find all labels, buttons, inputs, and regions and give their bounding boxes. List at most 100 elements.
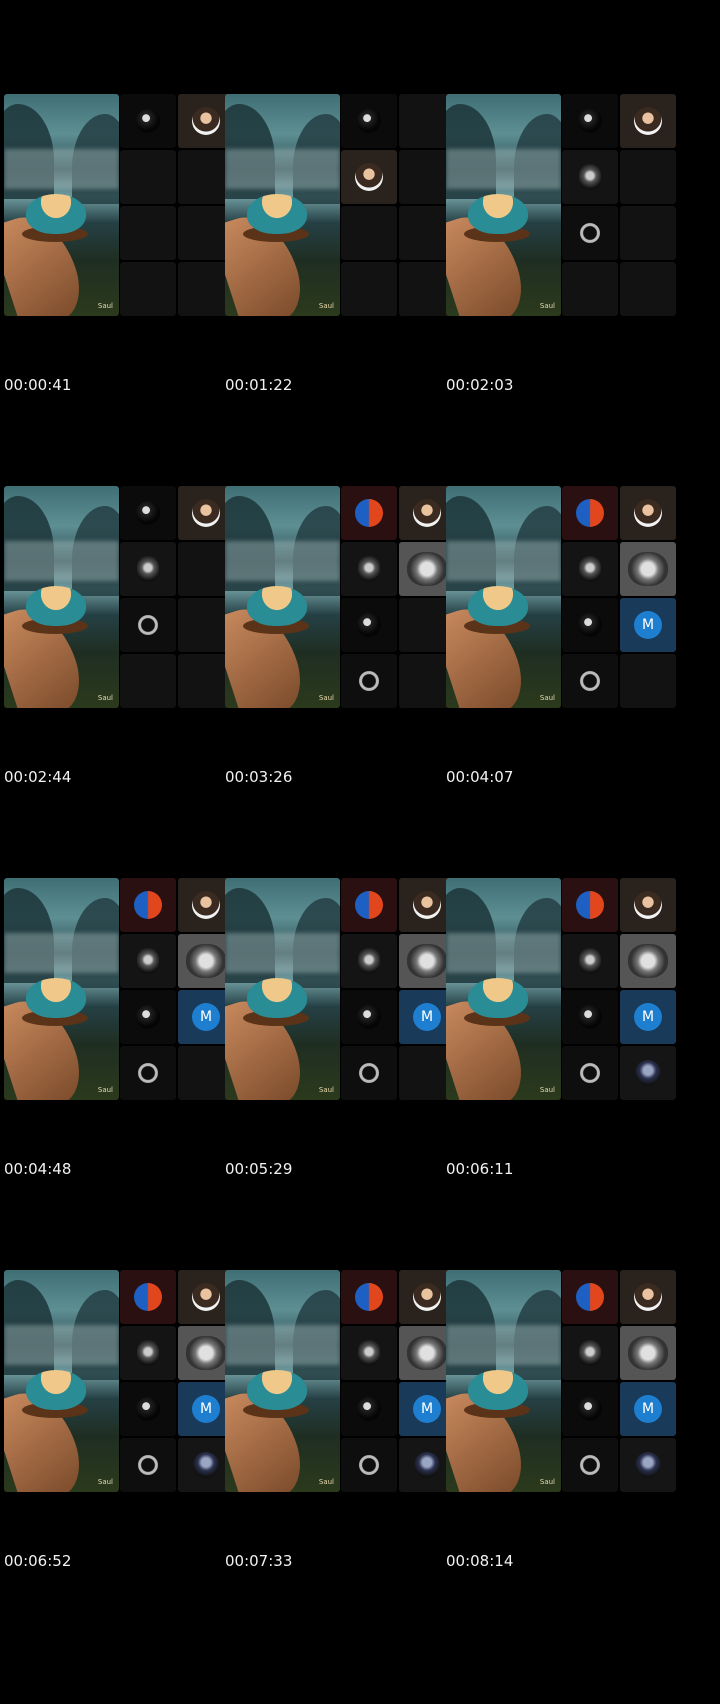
- person-avatar-icon: [634, 1283, 662, 1311]
- participant-tile[interactable]: [341, 1382, 397, 1436]
- video-frame-thumbnail[interactable]: Saul 00:03:26: [221, 486, 457, 912]
- participant-tile[interactable]: [341, 486, 397, 540]
- hero-signature: Saul: [539, 694, 555, 702]
- participant-tile[interactable]: [120, 990, 176, 1044]
- mask-avatar-icon: [578, 1397, 602, 1421]
- hero-signature: Saul: [539, 1478, 555, 1486]
- participant-tile[interactable]: [562, 878, 618, 932]
- sketch-avatar-icon: [628, 944, 668, 978]
- participant-tile[interactable]: [562, 1326, 618, 1380]
- participant-tile[interactable]: [620, 1326, 676, 1380]
- letter-avatar-icon: M: [634, 1003, 662, 1031]
- participant-tile[interactable]: [562, 1270, 618, 1324]
- participant-tile[interactable]: [562, 1382, 618, 1436]
- video-frame-thumbnail[interactable]: Saul M 00:04:48: [0, 878, 236, 1304]
- hero-signature: Saul: [318, 694, 334, 702]
- participant-tile[interactable]: [562, 1438, 618, 1492]
- participant-tile[interactable]: [562, 150, 618, 204]
- robot-avatar-icon: [358, 1340, 380, 1366]
- participant-tile[interactable]: [341, 542, 397, 596]
- participant-tile[interactable]: [562, 542, 618, 596]
- sketch-avatar-icon: [407, 1336, 447, 1370]
- video-frame-thumbnail[interactable]: Saul M 00:04:07: [442, 486, 678, 912]
- participant-tile[interactable]: [341, 1270, 397, 1324]
- hero-signature: Saul: [97, 302, 113, 310]
- participant-tile[interactable]: [341, 598, 397, 652]
- person-avatar-icon: [192, 891, 220, 919]
- participant-tile[interactable]: [620, 1438, 676, 1492]
- participant-tile[interactable]: [120, 1046, 176, 1100]
- robot-avatar-icon: [579, 556, 601, 582]
- video-frame-thumbnail[interactable]: Saul M 00:08:14: [442, 1270, 678, 1696]
- participant-tile[interactable]: [120, 934, 176, 988]
- participant-tile[interactable]: [341, 990, 397, 1044]
- video-frame-thumbnail[interactable]: Saul M 00:07:33: [221, 1270, 457, 1696]
- letter-avatar-icon: M: [413, 1003, 441, 1031]
- participant-tile[interactable]: [341, 94, 397, 148]
- participant-tile[interactable]: [120, 1382, 176, 1436]
- frame-timestamp: 00:00:41: [4, 376, 72, 394]
- participant-tile[interactable]: [120, 542, 176, 596]
- robot-avatar-icon: [137, 1340, 159, 1366]
- robot-avatar-icon: [579, 164, 601, 190]
- video-frame-thumbnail[interactable]: Saul M 00:06:52: [0, 1270, 236, 1696]
- participant-tile[interactable]: [120, 1326, 176, 1380]
- fire-avatar-icon: [134, 1283, 162, 1311]
- participant-tile[interactable]: [620, 934, 676, 988]
- sketch-avatar-icon: [186, 1336, 226, 1370]
- video-frame-thumbnail[interactable]: Saul M 00:05:29: [221, 878, 457, 1304]
- participant-tile[interactable]: M: [620, 1382, 676, 1436]
- participant-tile[interactable]: [620, 542, 676, 596]
- participant-tile[interactable]: [562, 1046, 618, 1100]
- participant-tile[interactable]: [341, 1326, 397, 1380]
- participant-tile[interactable]: [620, 1046, 676, 1100]
- participant-tile[interactable]: [341, 934, 397, 988]
- fire-avatar-icon: [355, 891, 383, 919]
- fire-avatar-icon: [355, 1283, 383, 1311]
- participant-tile[interactable]: [562, 486, 618, 540]
- mask-avatar-icon: [357, 1005, 381, 1029]
- hero-signature: Saul: [97, 694, 113, 702]
- participant-tile[interactable]: [120, 94, 176, 148]
- participant-tile[interactable]: [120, 878, 176, 932]
- person-avatar-icon: [192, 107, 220, 135]
- frame-timestamp: 00:05:29: [225, 1160, 293, 1178]
- participant-tile[interactable]: [562, 94, 618, 148]
- participant-tile[interactable]: [341, 654, 397, 708]
- participant-tile[interactable]: [120, 486, 176, 540]
- mask-avatar-icon: [136, 501, 160, 525]
- video-frame-thumbnail[interactable]: Saul 00:00:41: [0, 94, 236, 520]
- participant-tile[interactable]: [341, 1438, 397, 1492]
- participant-tile[interactable]: [341, 150, 397, 204]
- participant-tile[interactable]: M: [620, 598, 676, 652]
- participant-grid: M: [562, 878, 680, 1100]
- main-video-tile: Saul: [446, 486, 561, 708]
- letter-avatar-icon: M: [634, 611, 662, 639]
- participant-tile[interactable]: [562, 598, 618, 652]
- mask-avatar-icon: [136, 109, 160, 133]
- video-frame-thumbnail[interactable]: Saul 00:01:22: [221, 94, 457, 520]
- participant-tile[interactable]: [562, 990, 618, 1044]
- participant-tile[interactable]: [620, 94, 676, 148]
- participant-tile[interactable]: [562, 206, 618, 260]
- participant-tile[interactable]: [120, 1270, 176, 1324]
- participant-tile[interactable]: M: [620, 990, 676, 1044]
- participant-tile[interactable]: [120, 598, 176, 652]
- empty-participant-tile: [620, 206, 676, 260]
- participant-tile[interactable]: [341, 1046, 397, 1100]
- participant-tile[interactable]: [562, 654, 618, 708]
- video-frame-thumbnail[interactable]: Saul M 00:06:11: [442, 878, 678, 1304]
- frame-timestamp: 00:06:52: [4, 1552, 72, 1570]
- participant-tile[interactable]: [620, 486, 676, 540]
- empty-participant-tile: [620, 262, 676, 316]
- participant-tile[interactable]: [341, 878, 397, 932]
- sketch-avatar-icon: [407, 552, 447, 586]
- participant-tile[interactable]: [120, 1438, 176, 1492]
- participant-tile[interactable]: [620, 1270, 676, 1324]
- video-frame-thumbnail[interactable]: Saul 00:02:03: [442, 94, 678, 520]
- frame-timestamp: 00:02:44: [4, 768, 72, 786]
- letter-avatar-icon: M: [413, 1395, 441, 1423]
- video-frame-thumbnail[interactable]: Saul 00:02:44: [0, 486, 236, 912]
- participant-tile[interactable]: [562, 934, 618, 988]
- participant-tile[interactable]: [620, 878, 676, 932]
